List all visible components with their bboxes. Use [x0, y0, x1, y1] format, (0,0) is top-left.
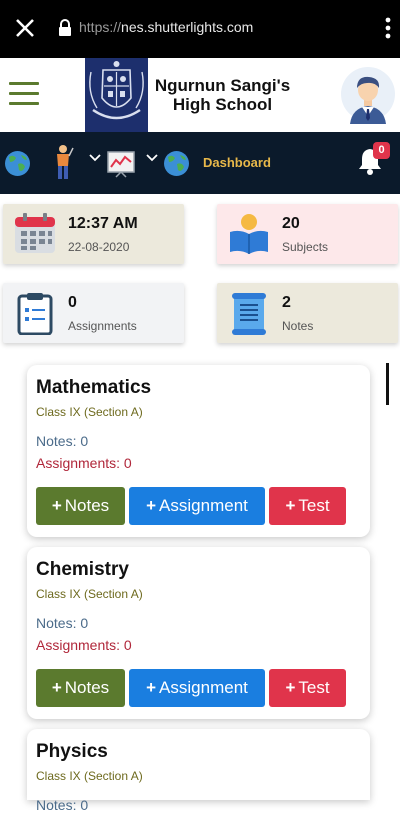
time-card: 12:37 AM 22-08-2020	[3, 204, 184, 264]
subjects-card[interactable]: 20 Subjects	[217, 204, 398, 264]
url-scheme: https://	[79, 19, 122, 35]
clipboard-icon	[17, 293, 53, 335]
app-header: Ngurnun Sangi's High School	[0, 58, 400, 132]
add-notes-label: Notes	[64, 678, 110, 697]
notification-badge: 0	[373, 142, 390, 159]
notes-icon	[232, 293, 266, 335]
assignments-card[interactable]: 0 Assignments	[3, 283, 184, 343]
subject-assignments-count: Assignments: 0	[36, 455, 132, 471]
chart-board-icon[interactable]	[107, 150, 135, 178]
add-assignment-label: Assignment	[159, 496, 248, 515]
plus-icon: +	[51, 678, 62, 697]
subject-card: Physics Class IX (Section A) Notes: 0	[27, 729, 370, 813]
subject-title: Chemistry	[36, 559, 129, 580]
subjects-count: 20	[282, 215, 300, 232]
add-test-label: Test	[298, 496, 330, 515]
subject-class: Class IX (Section A)	[36, 769, 143, 783]
subject-title: Physics	[36, 741, 108, 762]
close-icon[interactable]	[14, 17, 36, 39]
add-test-button[interactable]: + Test	[269, 487, 346, 525]
chevron-down-icon[interactable]	[89, 154, 101, 162]
notes-card[interactable]: 2 Notes	[217, 283, 398, 343]
nav-bar: Dashboard	[0, 132, 400, 194]
notes-label: Notes	[282, 319, 314, 333]
assignments-count: 0	[68, 294, 77, 311]
time-value: 12:37 AM	[68, 215, 138, 232]
add-assignment-label: Assignment	[159, 678, 248, 697]
plus-icon: +	[146, 496, 157, 515]
add-test-button[interactable]: + Test	[269, 669, 346, 707]
school-name-line1: Ngurnun Sangi's	[154, 76, 291, 95]
menu-icon[interactable]	[9, 82, 39, 106]
plus-icon: +	[51, 496, 62, 515]
user-avatar-icon[interactable]	[340, 66, 396, 126]
school-name-line2: High School	[172, 95, 273, 114]
dashboard-link[interactable]: Dashboard	[203, 155, 271, 170]
subject-title: Mathematics	[36, 377, 152, 398]
school-name: Ngurnun Sangi's High School	[150, 76, 295, 114]
add-assignment-button[interactable]: + Assignment	[129, 669, 265, 707]
add-notes-label: Notes	[64, 496, 110, 515]
globe-icon[interactable]	[163, 150, 190, 177]
add-test-label: Test	[298, 678, 330, 697]
subjects-label: Subjects	[282, 240, 329, 254]
browser-bar: https://nes.shutterlights.com	[0, 0, 400, 58]
url-bar[interactable]: https://nes.shutterlights.com	[79, 19, 253, 35]
globe-icon[interactable]	[4, 150, 31, 177]
chevron-down-icon[interactable]	[146, 154, 158, 162]
subject-class: Class IX (Section A)	[36, 587, 143, 601]
notes-count: 2	[282, 294, 291, 311]
calendar-icon	[15, 213, 55, 253]
subject-notes-count: Notes: 0	[36, 433, 89, 449]
add-notes-button[interactable]: + Notes	[36, 669, 125, 707]
add-notes-button[interactable]: + Notes	[36, 487, 125, 525]
subject-class: Class IX (Section A)	[36, 405, 143, 419]
subject-notes-count: Notes: 0	[36, 615, 89, 631]
assignments-label: Assignments	[68, 319, 137, 333]
date-label: 22-08-2020	[68, 240, 130, 254]
reading-icon	[230, 214, 268, 254]
subject-assignments-count: Assignments: 0	[36, 637, 132, 653]
add-assignment-button[interactable]: + Assignment	[129, 487, 265, 525]
scrollbar[interactable]	[386, 363, 389, 405]
subject-card: Chemistry Class IX (Section A) Notes: 0 …	[27, 547, 370, 719]
plus-icon: +	[146, 678, 157, 697]
subject-notes-count: Notes: 0	[36, 797, 89, 813]
school-logo	[85, 58, 148, 132]
subject-card: Mathematics Class IX (Section A) Notes: …	[27, 365, 370, 537]
plus-icon: +	[285, 496, 296, 515]
teacher-icon[interactable]	[52, 144, 74, 180]
lock-icon	[59, 19, 71, 36]
plus-icon: +	[285, 678, 296, 697]
url-host: nes.shutterlights.com	[121, 19, 254, 35]
more-vert-icon[interactable]	[384, 16, 392, 40]
